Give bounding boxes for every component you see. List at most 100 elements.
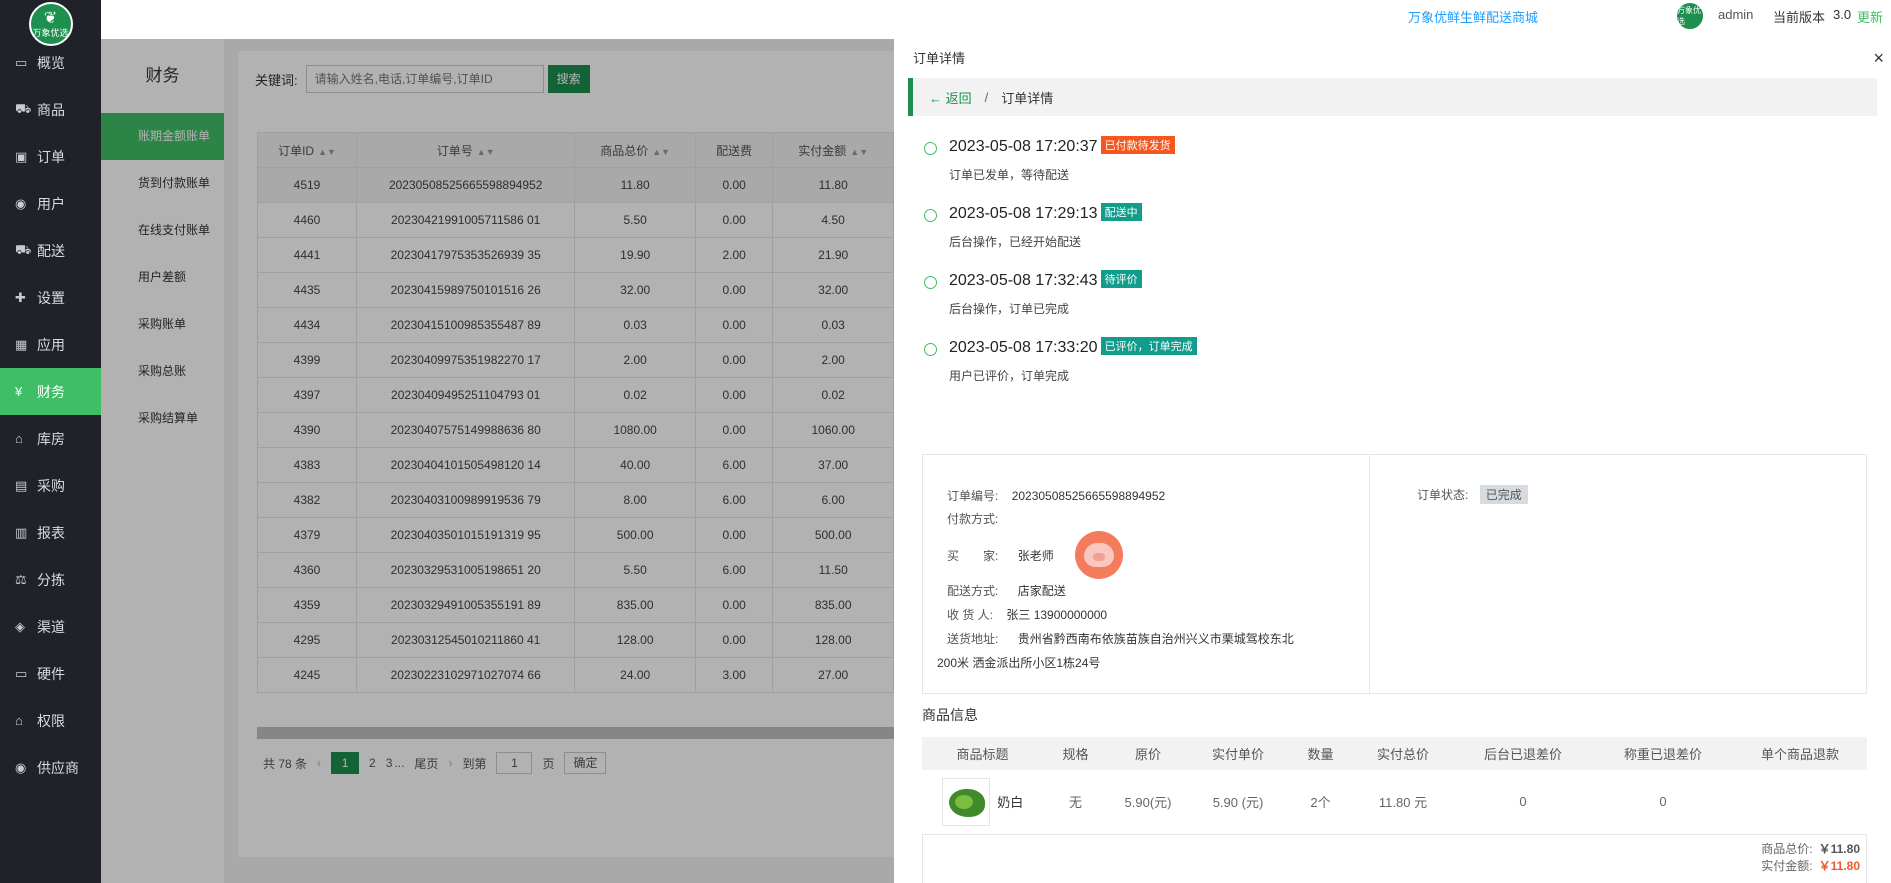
goods-section-title: 商品信息 bbox=[922, 707, 978, 723]
order-summary: 商品总价: ￥11.80 实付金额: ￥11.80 bbox=[922, 835, 1867, 883]
nav-label: 硬件 bbox=[37, 665, 65, 682]
logo-text: 万象优选 bbox=[32, 28, 69, 38]
nav-icon: ▣ bbox=[15, 148, 28, 164]
nav-item[interactable]: ⚖ 分拣 bbox=[0, 556, 101, 603]
receiver-value: 张三 13900000000 bbox=[1006, 608, 1108, 622]
goods-qty: 2个 bbox=[1288, 770, 1353, 835]
nav-label: 权限 bbox=[37, 712, 65, 729]
timeline-time-text: 2023-05-08 17:32:43 bbox=[949, 272, 1098, 289]
version-number: 3.0 bbox=[1833, 7, 1852, 22]
nav-item[interactable]: ⛟ 配送 bbox=[0, 227, 101, 274]
main-nav: ❦ 万象优选 ▭ 概览 ⛟ 商品 ▣ 订单 ◉ 用户 ⛟ 配送 ✚ 设置 ▦ 应用 ¥ 财务 ⌂ 库房 ▤ 采购 ▥ 报表… bbox=[0, 0, 101, 883]
breadcrumb: ← 返回 / 订单详情 bbox=[908, 78, 1877, 116]
nav-icon: ⌂ bbox=[15, 431, 23, 446]
goods-price: 5.90(元) bbox=[1108, 770, 1188, 835]
nav-item[interactable]: ◉ 供应商 bbox=[0, 744, 101, 791]
goods-name: 奶白 bbox=[997, 795, 1024, 811]
nav-label: 订单 bbox=[37, 148, 65, 165]
pay-method-label: 付款方式: bbox=[947, 512, 999, 526]
order-info-box: 订单编号: 20230508525665598894952 付款方式: 买 家:… bbox=[922, 454, 1867, 694]
drawer-body: ← 返回 / 订单详情 2023-05-08 17:20:37 已付款待发货订单已… bbox=[908, 78, 1877, 883]
timeline-dot-icon bbox=[924, 343, 937, 356]
goods-spec: 无 bbox=[1043, 770, 1108, 835]
nav-icon: ◉ bbox=[15, 759, 27, 775]
delivery-row: 配送方式: 店家配送 bbox=[947, 582, 1066, 599]
goods-thumbnail bbox=[941, 777, 990, 826]
nav-icon: ¥ bbox=[15, 384, 23, 399]
arrow-left-icon: ← bbox=[929, 90, 946, 106]
delivery-label: 配送方式: bbox=[947, 584, 999, 598]
buyer-name: 张老师 bbox=[1017, 549, 1054, 563]
store-link[interactable]: 万象优鲜生鲜配送商城 bbox=[1408, 7, 1538, 26]
timeline-dot-icon bbox=[924, 209, 937, 222]
paid-total-line: 实付金额: ￥11.80 bbox=[1761, 857, 1860, 874]
nav-item[interactable]: ▦ 应用 bbox=[0, 321, 101, 368]
nav-label: 概览 bbox=[37, 54, 65, 71]
paid-total-label: 实付金额: bbox=[1761, 859, 1813, 873]
nav-item[interactable]: ◈ 渠道 bbox=[0, 603, 101, 650]
top-bar: 万象优鲜生鲜配送商城 万象优选 admin 当前版本 3.0 更新 ⇥ 退出 bbox=[101, 0, 1891, 39]
timeline-tag: 配送中 bbox=[1100, 203, 1142, 221]
receiver-row: 收 货 人: 张三 13900000000 bbox=[947, 606, 1107, 623]
update-link[interactable]: 更新 bbox=[1857, 7, 1883, 26]
nav-item[interactable]: ✚ 设置 bbox=[0, 274, 101, 321]
pay-method-row: 付款方式: bbox=[947, 510, 998, 527]
delivery-value: 店家配送 bbox=[1017, 584, 1066, 598]
goods-row: 奶白 无 5.90(元) 5.90 (元) 2个 11.80 元 0 0 bbox=[922, 770, 1867, 835]
timeline-dot-icon bbox=[924, 276, 937, 289]
nav-icon: ⚖ bbox=[15, 571, 27, 587]
nav-item[interactable]: ▤ 采购 bbox=[0, 462, 101, 509]
timeline-desc: 订单已发单，等待配送 bbox=[949, 168, 1070, 182]
nav-item[interactable]: ▭ 概览 bbox=[0, 39, 101, 86]
nav-label: 供应商 bbox=[37, 759, 79, 776]
nav-item[interactable]: ¥ 财务 bbox=[0, 368, 101, 415]
address-line2: 200米 洒金派出所小区1栋24号 bbox=[937, 656, 1101, 670]
goods-column-header: 数量 bbox=[1288, 737, 1353, 770]
close-icon[interactable]: × bbox=[1873, 39, 1884, 78]
nav-label: 报表 bbox=[37, 524, 65, 541]
timeline-desc: 后台操作，订单已完成 bbox=[949, 302, 1070, 316]
goods-column-header: 原价 bbox=[1108, 737, 1188, 770]
nav-label: 配送 bbox=[37, 242, 65, 259]
nav-label: 用户 bbox=[37, 195, 65, 212]
nav-item[interactable]: ▣ 订单 bbox=[0, 133, 101, 180]
back-label: 返回 bbox=[945, 90, 972, 106]
drawer-title: 订单详情 bbox=[913, 51, 966, 66]
nav-item[interactable]: ⌂ 权限 bbox=[0, 697, 101, 744]
goods-column-header: 单个商品退款 bbox=[1733, 737, 1867, 770]
goods-total: 11.80 元 bbox=[1353, 770, 1453, 835]
nav-item[interactable]: ▭ 硬件 bbox=[0, 650, 101, 697]
goods-column-header: 实付单价 bbox=[1188, 737, 1288, 770]
back-link[interactable]: ← 返回 bbox=[929, 88, 972, 107]
nav-item[interactable]: ⛟ 商品 bbox=[0, 86, 101, 133]
nav-icon: ▭ bbox=[15, 54, 28, 70]
timeline-time: 2023-05-08 17:20:37 已付款待发货 bbox=[949, 136, 1175, 156]
goods-total-line: 商品总价: ￥11.80 bbox=[1761, 840, 1860, 857]
admin-user[interactable]: admin bbox=[1718, 7, 1753, 22]
order-no-label: 订单编号: bbox=[947, 489, 999, 503]
receiver-label: 收 货 人: bbox=[947, 608, 994, 622]
paid-total-value: ￥11.80 bbox=[1818, 859, 1860, 873]
drawer-header: 订单详情 × bbox=[894, 39, 1891, 78]
nav-icon: ⛟ bbox=[15, 241, 32, 257]
buyer-label: 买 家: bbox=[947, 549, 999, 563]
order-status-label: 订单状态: bbox=[1417, 488, 1469, 502]
timeline-desc: 用户已评价，订单完成 bbox=[949, 369, 1070, 383]
admin-avatar[interactable]: 万象优选 bbox=[1676, 2, 1704, 30]
modal-overlay[interactable] bbox=[101, 39, 894, 883]
timeline-time-text: 2023-05-08 17:20:37 bbox=[949, 138, 1098, 155]
timeline-tag: 已付款待发货 bbox=[1100, 136, 1175, 154]
address-line1: 贵州省黔西南布依族苗族自治州兴义市栗城驾校东北 bbox=[1017, 632, 1294, 646]
nav-label: 分拣 bbox=[37, 571, 65, 588]
buyer-row: 买 家: 张老师 bbox=[947, 547, 1054, 564]
nav-label: 应用 bbox=[37, 336, 65, 353]
nav-item[interactable]: ▥ 报表 bbox=[0, 509, 101, 556]
nav-label: 设置 bbox=[37, 289, 65, 306]
info-divider bbox=[1369, 455, 1370, 693]
nav-item[interactable]: ◉ 用户 bbox=[0, 180, 101, 227]
avatar-logo-text: 万象优选 bbox=[1677, 6, 1701, 26]
nav-item[interactable]: ⌂ 库房 bbox=[0, 415, 101, 462]
nav-label: 商品 bbox=[37, 101, 65, 118]
goods-column-header: 规格 bbox=[1043, 737, 1108, 770]
timeline-time: 2023-05-08 17:32:43 待评价 bbox=[949, 270, 1142, 290]
